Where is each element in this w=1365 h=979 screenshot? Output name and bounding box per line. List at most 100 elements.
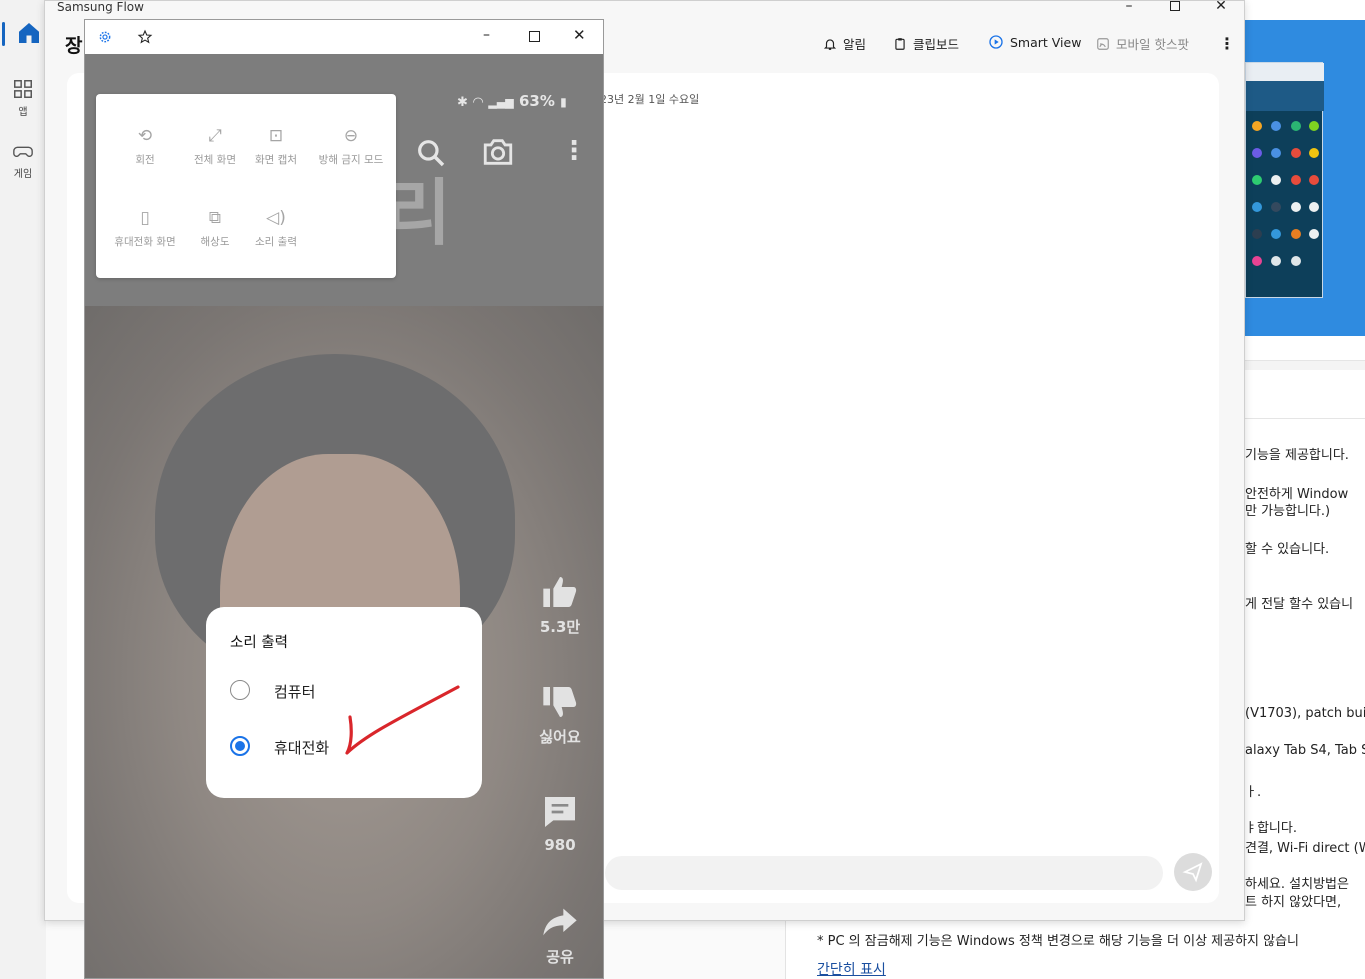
page-text-line: 게 전달 할수 있습니 [1245, 597, 1354, 612]
show-less-link[interactable]: 간단히 표시 [817, 959, 886, 979]
status-bar: ✱ ◠ ▂▄▆ 63% ▮ [457, 92, 567, 110]
sound-output-dialog: 소리 출력 컴퓨터 휴대전화 [206, 607, 482, 798]
menu-dots-icon[interactable]: ⋮ [561, 136, 587, 166]
minimize-button[interactable]: – [1106, 0, 1152, 15]
red-checkmark-annotation [345, 685, 460, 755]
sound-output-option[interactable]: ◁) 소리 출력 [241, 208, 311, 249]
phone-icon: ▯ [140, 208, 150, 228]
camera-icon[interactable] [481, 136, 515, 168]
rail-item-apps[interactable]: 앱 [0, 78, 46, 118]
hotspot-button[interactable]: 모바일 핫스팟 [1096, 34, 1189, 53]
phone-screen-label: 휴대전화 화면 [114, 236, 176, 248]
screenshot-label: 화면 캡처 [255, 154, 297, 166]
phone-thumbnail-image [1245, 62, 1324, 298]
phone-mirror-window: – ✕ 리 ✱ ◠ ▂▄▆ 63% ▮ ⋮ 5.3만 싫어요 980 공유 ⟲ … [84, 19, 604, 979]
window-title: Samsung Flow [57, 0, 144, 14]
page-text-line: alaxy Tab S4, Tab S [1245, 743, 1365, 758]
clipboard-icon [895, 37, 905, 50]
battery-percent: 63% [519, 92, 555, 110]
desktop: 앱 게임 기능을 제공합니다. 안전하게 Window 만 가능합니다.) 할 … [0, 0, 1365, 979]
comment-icon [545, 797, 575, 827]
fullscreen-icon: ⤢ [208, 126, 222, 146]
screenshot-icon: ⊡ [268, 126, 284, 146]
thumbs-up-icon [543, 577, 577, 607]
maximize-button[interactable] [1152, 1, 1198, 15]
page-text-line: ㅑ합니다. [1245, 821, 1297, 836]
send-button[interactable] [1174, 853, 1212, 891]
screenshot-option[interactable]: ⊡ 화면 캡처 [241, 126, 311, 167]
section-divider [1245, 360, 1365, 370]
comments-button[interactable]: 980 [525, 792, 595, 854]
thumbs-down-icon [543, 687, 577, 717]
option-computer-label[interactable]: 컴퓨터 [274, 681, 315, 702]
like-button[interactable]: 5.3만 [525, 572, 595, 637]
share-button[interactable]: 공유 [525, 902, 595, 967]
settings-gear-icon[interactable] [98, 30, 112, 44]
mirror-titlebar: – ✕ [85, 20, 603, 54]
mirror-minimize-button[interactable]: – [483, 27, 490, 43]
mirror-maximize-button[interactable] [529, 31, 540, 42]
page-text-line: ㅏ. [1245, 785, 1262, 800]
page-text-line: 하세요. 설치방법은 [1245, 877, 1349, 892]
page-text-line: (V1703), patch buil [1245, 706, 1365, 721]
comments-count: 980 [544, 836, 576, 854]
footer-note: * PC 의 잠금해제 기능은 Windows 정책 변경으로 해당 기능을 더… [817, 934, 1300, 949]
rail-item-games[interactable]: 게임 [0, 140, 46, 180]
dnd-icon: ⊖ [343, 126, 359, 146]
signal-icon: ▂▄▆ [488, 96, 514, 109]
bell-icon [823, 38, 837, 50]
dislike-label: 싫어요 [539, 728, 581, 746]
fullscreen-option[interactable]: ⤢ 전체 화면 [180, 126, 250, 167]
smart-view-icon [989, 35, 1003, 49]
resolution-label: 해상도 [200, 236, 230, 248]
page-text-line: 할 수 있습니다. [1245, 542, 1330, 557]
rail-games-label: 게임 [13, 169, 33, 180]
apps-icon [14, 80, 32, 98]
sound-output-label: 소리 출력 [255, 236, 297, 248]
alerts-button[interactable]: 알림 [823, 34, 866, 53]
clipboard-button[interactable]: 클립보드 [893, 34, 959, 53]
search-icon[interactable] [415, 137, 447, 169]
radio-computer[interactable] [230, 680, 250, 700]
page-text-line: 견결, Wi-Fi direct (W [1245, 841, 1365, 856]
gamepad-icon [13, 146, 33, 157]
section-divider [1245, 418, 1365, 419]
speaker-icon: ◁) [266, 208, 286, 228]
option-phone-label[interactable]: 휴대전화 [274, 737, 329, 758]
share-icon [543, 908, 577, 936]
smart-view-label: Smart View [1010, 34, 1082, 50]
phone-screen-option[interactable]: ▯ 휴대전화 화면 [110, 208, 180, 249]
page-text-line: 트 하지 않았다면, [1245, 895, 1342, 910]
dislike-button[interactable]: 싫어요 [525, 682, 595, 747]
resolution-icon: ⧉ [208, 208, 222, 228]
home-icon[interactable] [14, 18, 44, 58]
send-icon [1182, 862, 1203, 883]
star-icon[interactable] [137, 29, 153, 45]
radio-phone[interactable] [230, 736, 250, 756]
app-rail: 앱 게임 [0, 0, 46, 979]
phone-screen[interactable]: 리 ✱ ◠ ▂▄▆ 63% ▮ ⋮ 5.3만 싫어요 980 공유 ⟲ 회전 ⤢… [85, 54, 603, 978]
resolution-option[interactable]: ⧉ 해상도 [180, 208, 250, 249]
alerts-label: 알림 [843, 37, 867, 52]
wifi-icon: ◠ [473, 95, 484, 110]
page-text-line: 기능을 제공합니다. [1245, 448, 1349, 463]
hotspot-icon [1097, 37, 1109, 50]
mirror-close-button[interactable]: ✕ [573, 26, 586, 44]
rotate-option[interactable]: ⟲ 회전 [110, 126, 180, 167]
more-options-icon[interactable]: ⋮ [1219, 34, 1235, 53]
clipboard-label: 클립보드 [913, 37, 960, 52]
hotspot-label: 모바일 핫스팟 [1116, 37, 1189, 52]
bluetooth-icon: ✱ [457, 95, 468, 110]
rail-active-indicator [2, 22, 5, 46]
likes-count: 5.3만 [539, 618, 581, 636]
rotate-label: 회전 [135, 154, 155, 166]
close-button[interactable]: ✕ [1198, 0, 1244, 15]
smart-view-button[interactable]: Smart View [988, 34, 1081, 50]
page-heading: 장 [65, 35, 83, 57]
dnd-option[interactable]: ⊖ 방해 금지 모드 [311, 126, 391, 167]
page-footer-area: * PC 의 잠금해제 기능은 Windows 정책 변경으로 해당 기능을 더… [785, 920, 1365, 979]
battery-icon: ▮ [560, 95, 567, 109]
fullscreen-label: 전체 화면 [194, 154, 236, 166]
page-text-line: 만 가능합니다.) [1245, 504, 1331, 519]
message-input[interactable] [605, 856, 1163, 890]
